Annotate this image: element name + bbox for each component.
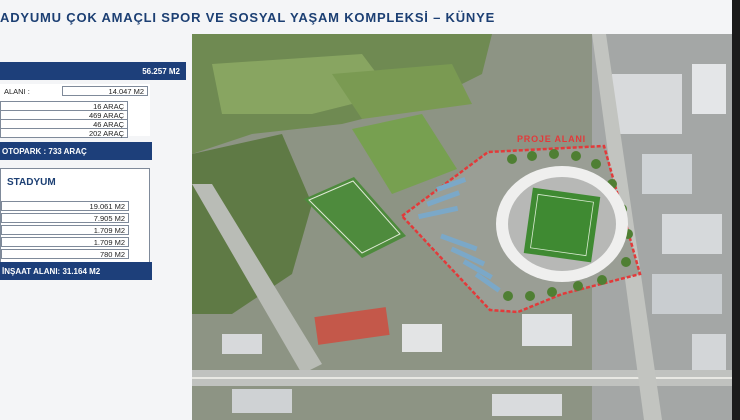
stadium-table: STADYUM 19.061 M2 7.905 M2 1.709 M2 1.70… [0, 168, 150, 264]
stadium-heading: STADYUM [7, 177, 56, 188]
slide-title: ADYUMU ÇOK AMAÇLI SPOR VE SOSYAL YAŞAM K… [0, 10, 496, 25]
stadium-row-2: 7.905 M2 [1, 213, 129, 223]
stadium-total: İNŞAAT ALANI: 31.164 M2 [2, 266, 101, 276]
parking-total-bar: OTOPARK : 733 ARAÇ [0, 142, 152, 160]
stadium-row-1: 19.061 M2 [1, 201, 129, 211]
total-area-bar: 56.257 M2 [0, 62, 186, 80]
aerial-site-map: PROJE ALANI [192, 34, 732, 420]
parking-total: OTOPARK : 733 ARAÇ [2, 146, 87, 156]
parking-row-4: 202 ARAÇ [0, 128, 128, 138]
total-area-value: 56.257 M2 [142, 66, 180, 76]
stadium-row-4: 1.709 M2 [1, 237, 129, 247]
parking-table: ALANI : 14.047 M2 16 ARAÇ 469 ARAÇ 46 AR… [0, 84, 150, 138]
stadium-pitch [523, 187, 601, 263]
stadium-row-5: 780 M2 [1, 249, 129, 259]
aerial-photo-illustration [192, 34, 732, 420]
presentation-slide: ADYUMU ÇOK AMAÇLI SPOR VE SOSYAL YAŞAM K… [0, 0, 740, 420]
parking-area-label: ALANI : [4, 86, 30, 96]
stadium-row-3: 1.709 M2 [1, 225, 129, 235]
stadium-total-bar: İNŞAAT ALANI: 31.164 M2 [0, 262, 152, 280]
parking-area-value: 14.047 M2 [62, 86, 148, 96]
screen-bezel [732, 0, 740, 420]
project-area-label: PROJE ALANI [517, 134, 586, 144]
